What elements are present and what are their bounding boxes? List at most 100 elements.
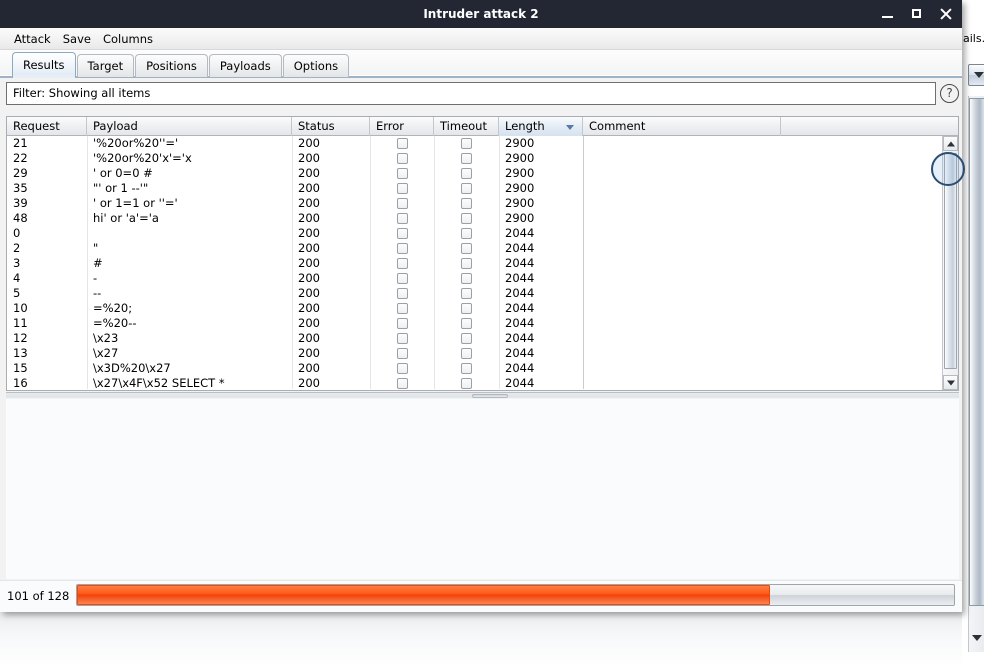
- table-row[interactable]: 39 ' or 1=1 or ''=' 200 2900: [7, 196, 943, 211]
- cell-length: 2044: [505, 241, 535, 255]
- error-checkbox[interactable]: [396, 258, 408, 269]
- column-header-comment[interactable]: Comment: [583, 117, 781, 136]
- error-checkbox[interactable]: [396, 363, 408, 374]
- timeout-checkbox[interactable]: [461, 378, 472, 389]
- table-row[interactable]: 15 \x3D%20\x27 200 2044: [7, 361, 943, 376]
- error-checkbox[interactable]: [396, 228, 408, 239]
- background-scrollbar-thumb[interactable]: [969, 98, 984, 606]
- error-checkbox[interactable]: [396, 348, 408, 359]
- table-row[interactable]: 22 '%20or%20'x'='x 200 2900: [7, 151, 943, 166]
- cell-status: 200: [298, 316, 320, 330]
- timeout-checkbox[interactable]: [461, 198, 472, 209]
- menu-item-save[interactable]: Save: [57, 31, 97, 47]
- cell-error: [370, 166, 434, 181]
- timeout-checkbox[interactable]: [461, 258, 472, 269]
- column-header-status[interactable]: Status: [292, 117, 370, 136]
- timeout-checkbox[interactable]: [461, 333, 472, 344]
- cell-timeout: [434, 196, 499, 211]
- table-row[interactable]: 2 " 200 2044: [7, 241, 943, 256]
- filter-bar[interactable]: Filter: Showing all items: [6, 82, 936, 105]
- tab-payloads[interactable]: Payloads: [208, 54, 282, 77]
- error-checkbox[interactable]: [396, 273, 408, 284]
- table-row[interactable]: 10 =%20; 200 2044: [7, 301, 943, 316]
- cell-comment: [583, 211, 781, 226]
- timeout-checkbox[interactable]: [461, 228, 472, 239]
- timeout-checkbox[interactable]: [461, 288, 472, 299]
- error-checkbox[interactable]: [396, 243, 408, 254]
- error-checkbox[interactable]: [396, 378, 408, 389]
- error-checkbox[interactable]: [396, 318, 408, 329]
- timeout-checkbox[interactable]: [461, 303, 472, 314]
- table-row[interactable]: 12 \x23 200 2044: [7, 331, 943, 346]
- cell-error: [370, 346, 434, 361]
- scrollbar-thumb[interactable]: [944, 153, 957, 369]
- table-row[interactable]: 29 ' or 0=0 # 200 2900: [7, 166, 943, 181]
- timeout-checkbox[interactable]: [461, 183, 472, 194]
- maximize-button[interactable]: [909, 6, 925, 22]
- scroll-down-button[interactable]: [943, 375, 958, 390]
- tab-results[interactable]: Results: [12, 52, 76, 77]
- menu-item-attack[interactable]: Attack: [8, 31, 57, 47]
- table-row[interactable]: 48 hi' or 'a'='a 200 2900: [7, 211, 943, 226]
- tab-positions[interactable]: Positions: [135, 54, 208, 77]
- timeout-checkbox[interactable]: [461, 363, 472, 374]
- column-header-timeout[interactable]: Timeout: [434, 117, 499, 136]
- help-icon[interactable]: ?: [940, 84, 959, 103]
- table-row[interactable]: 4 - 200 2044: [7, 271, 943, 286]
- error-checkbox[interactable]: [396, 333, 408, 344]
- cell-request: 3: [13, 256, 21, 270]
- tab-target[interactable]: Target: [76, 54, 135, 77]
- timeout-checkbox[interactable]: [461, 318, 472, 329]
- cell-status: 200: [298, 256, 320, 270]
- column-header-length[interactable]: Length: [499, 117, 583, 136]
- attack-progress-bar: [76, 584, 955, 606]
- table-row[interactable]: 5 -- 200 2044: [7, 286, 943, 301]
- timeout-checkbox[interactable]: [461, 153, 472, 164]
- results-scrollbar[interactable]: [942, 136, 958, 390]
- error-checkbox[interactable]: [396, 153, 408, 164]
- error-checkbox[interactable]: [396, 303, 408, 314]
- background-dropdown-button[interactable]: [968, 64, 984, 86]
- chevron-down-icon: [974, 72, 984, 78]
- progress-label: 101 of 128: [7, 589, 70, 603]
- timeout-checkbox[interactable]: [461, 273, 472, 284]
- timeout-checkbox[interactable]: [461, 348, 472, 359]
- table-row[interactable]: 13 \x27 200 2044: [7, 346, 943, 361]
- cell-timeout: [434, 271, 499, 286]
- sort-descending-icon: [566, 125, 574, 130]
- tab-options[interactable]: Options: [282, 54, 350, 77]
- column-header-request[interactable]: Request: [7, 117, 87, 136]
- column-header-error[interactable]: Error: [370, 117, 434, 136]
- timeout-checkbox[interactable]: [461, 213, 472, 224]
- error-checkbox[interactable]: [396, 288, 408, 299]
- column-header-payload[interactable]: Payload: [87, 117, 292, 136]
- timeout-checkbox[interactable]: [461, 168, 472, 179]
- table-row[interactable]: 11 =%20-- 200 2044: [7, 316, 943, 331]
- column-header-label: Request: [13, 119, 60, 133]
- splitter-grip[interactable]: [472, 394, 508, 398]
- error-checkbox[interactable]: [396, 198, 408, 209]
- background-scroll-down-button[interactable]: [967, 628, 984, 648]
- timeout-checkbox[interactable]: [461, 138, 472, 149]
- cell-status: 200: [298, 166, 320, 180]
- error-checkbox[interactable]: [396, 168, 408, 179]
- table-row[interactable]: 3 #200 2044: [7, 256, 943, 271]
- column-header-label: Length: [505, 119, 545, 133]
- table-row[interactable]: 21 '%20or%20''=' 200 2900: [7, 136, 943, 151]
- cell-status: 200: [298, 346, 320, 360]
- error-checkbox[interactable]: [396, 138, 408, 149]
- request-response-panel: [6, 399, 959, 579]
- close-button[interactable]: [938, 6, 954, 22]
- error-checkbox[interactable]: [396, 213, 408, 224]
- menu-item-columns[interactable]: Columns: [97, 31, 159, 47]
- minimize-button[interactable]: [880, 6, 896, 22]
- cell-timeout: [434, 211, 499, 226]
- scroll-up-button[interactable]: [943, 136, 958, 151]
- table-row[interactable]: 0 200 2044: [7, 226, 943, 241]
- cell-status: 200: [298, 331, 320, 345]
- cell-timeout: [434, 181, 499, 196]
- timeout-checkbox[interactable]: [461, 243, 472, 254]
- table-row[interactable]: 35 "' or 1 --'" 200 2900: [7, 181, 943, 196]
- table-row[interactable]: 16 \x27\x4F\x52 SELECT * 200 2044: [7, 376, 943, 389]
- error-checkbox[interactable]: [396, 183, 408, 194]
